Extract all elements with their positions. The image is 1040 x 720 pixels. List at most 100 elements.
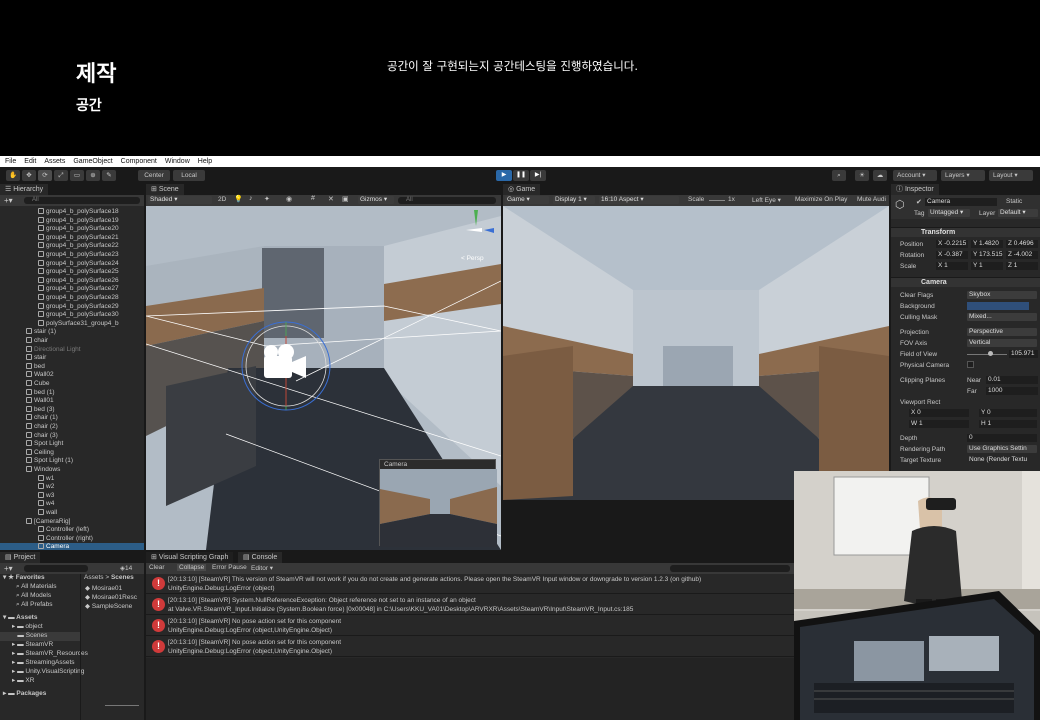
breadcrumb-assets[interactable]: Assets: [84, 574, 104, 581]
fov-slider[interactable]: [967, 354, 1007, 355]
menu-gameobject[interactable]: GameObject: [73, 158, 112, 165]
scene-file[interactable]: ◆ SampleScene: [81, 603, 144, 612]
hierarchy-item[interactable]: group4_b_polySurface25: [0, 268, 144, 277]
hierarchy-item[interactable]: Wall02: [0, 371, 144, 380]
transform-header[interactable]: Transform: [891, 227, 1040, 237]
hierarchy-item[interactable]: bed (1): [0, 388, 144, 398]
hierarchy-item[interactable]: Spot Light (1): [0, 457, 144, 466]
folder-xr[interactable]: ▸ ▬ XR: [0, 677, 80, 686]
grid-icon[interactable]: #: [311, 195, 315, 202]
play-icon[interactable]: ▶: [496, 170, 512, 181]
gizmos-dropdown[interactable]: Gizmos ▾: [358, 196, 394, 204]
search-icon[interactable]: ⌕: [832, 170, 846, 181]
scene-file[interactable]: ◆ Mosirae01: [81, 585, 144, 594]
hierarchy-item[interactable]: chair (3): [0, 431, 144, 441]
assets-header[interactable]: ▾ ▬ Assets: [0, 614, 80, 623]
display-dropdown[interactable]: Display 1 ▾: [553, 196, 595, 204]
hierarchy-item[interactable]: group4_b_polySurface20: [0, 225, 144, 234]
rotate-tool-icon[interactable]: ⟳: [38, 170, 52, 181]
target-texture-field[interactable]: None (Render Textu: [967, 456, 1037, 464]
console-message[interactable]: ! [20:13:10] [SteamVR] This version of St…: [146, 574, 794, 594]
hierarchy-item[interactable]: group4_b_polySurface22: [0, 242, 144, 251]
physical-camera-checkbox[interactable]: [967, 361, 974, 368]
tab-hierarchy[interactable]: ☰ Hierarchy: [0, 184, 49, 195]
scale-y[interactable]: Y 1: [971, 262, 1003, 270]
scale-x[interactable]: X 1: [936, 262, 968, 270]
hierarchy-item[interactable]: w4: [0, 500, 144, 509]
hierarchy-item[interactable]: Controller (left): [0, 526, 144, 535]
hierarchy-item[interactable]: Cube: [0, 380, 144, 389]
hierarchy-item[interactable]: [CameraRig]: [0, 517, 144, 527]
favorite-all-prefabs[interactable]: ⌕ All Prefabs: [0, 601, 80, 610]
transform-tool-icon[interactable]: ⊕: [86, 170, 100, 181]
hierarchy-item[interactable]: group4_b_polySurface28: [0, 294, 144, 303]
rotation-z[interactable]: Z -4.002: [1006, 251, 1038, 259]
hierarchy-item[interactable]: wall: [0, 509, 144, 518]
pivot-local-button[interactable]: Local: [173, 170, 205, 181]
packages-header[interactable]: ▸ ▬ Packages: [0, 690, 80, 699]
hierarchy-item[interactable]: Directional Light: [0, 345, 144, 355]
layer-dropdown[interactable]: Default ▾: [998, 209, 1038, 217]
menu-help[interactable]: Help: [198, 158, 212, 165]
fov-axis-dropdown[interactable]: Vertical: [967, 339, 1037, 347]
viewport-h[interactable]: H 1: [979, 420, 1037, 428]
hierarchy-item[interactable]: group4_b_polySurface18: [0, 208, 144, 217]
menu-file[interactable]: File: [5, 158, 16, 165]
tab-inspector[interactable]: ⓘ Inspector: [891, 184, 939, 195]
layout-dropdown[interactable]: Layout ▾: [989, 170, 1033, 181]
scale-slider[interactable]: [709, 200, 725, 201]
folder-object[interactable]: ▸ ▬ object: [0, 623, 80, 632]
rect-tool-icon[interactable]: ▭: [70, 170, 84, 181]
menu-edit[interactable]: Edit: [24, 158, 36, 165]
project-search-input[interactable]: [24, 565, 88, 572]
audio-icon[interactable]: ♪: [249, 195, 253, 202]
console-message[interactable]: ! [20:13:10] [SteamVR] No pose action set…: [146, 637, 794, 657]
maximize-toggle[interactable]: Maximize On Play: [795, 196, 847, 203]
folder-steamvr-resources[interactable]: ▸ ▬ SteamVR_Resources: [0, 650, 88, 659]
hierarchy-item[interactable]: Spot Light: [0, 440, 144, 449]
near-value[interactable]: 0.01: [986, 376, 1038, 384]
static-toggle[interactable]: Static: [1006, 198, 1022, 205]
hierarchy-item[interactable]: group4_b_polySurface24: [0, 259, 144, 269]
position-x[interactable]: X -0.2215: [936, 240, 968, 248]
scene-search-input[interactable]: All: [398, 197, 496, 204]
position-z[interactable]: Z 0.4696: [1006, 240, 1038, 248]
hierarchy-item[interactable]: group4_b_polySurface27: [0, 285, 144, 294]
active-checkbox[interactable]: ✔: [916, 198, 922, 206]
hierarchy-item[interactable]: Wall01: [0, 397, 144, 406]
hierarchy-item[interactable]: chair (1): [0, 414, 144, 423]
menu-assets[interactable]: Assets: [44, 158, 65, 165]
account-dropdown[interactable]: Account ▾: [893, 170, 937, 181]
viewport-y[interactable]: Y 0: [979, 409, 1037, 417]
position-y[interactable]: Y 1.4820: [971, 240, 1003, 248]
hierarchy-item[interactable]: w1: [0, 474, 144, 484]
console-message[interactable]: ! [20:13:10] [SteamVR] No pose action set…: [146, 616, 794, 636]
lighting-icon[interactable]: 💡: [234, 195, 243, 203]
hierarchy-item[interactable]: stair (1): [0, 328, 144, 337]
tab-console[interactable]: ▤ Console: [238, 552, 283, 563]
hierarchy-item[interactable]: Camera: [0, 543, 144, 550]
editor-dropdown[interactable]: Editor ▾: [251, 564, 273, 572]
tab-project[interactable]: ▤ Project: [0, 552, 41, 563]
breadcrumb-scenes[interactable]: Scenes: [111, 574, 134, 581]
hidden-objects-icon[interactable]: ◉: [286, 195, 292, 203]
thumbnail-size-slider[interactable]: [105, 705, 139, 706]
object-name-field[interactable]: Camera: [925, 198, 997, 206]
favorites-header[interactable]: ▾ ★ Favorites: [0, 574, 80, 583]
viewport-x[interactable]: X 0: [909, 409, 969, 417]
hierarchy-item[interactable]: chair: [0, 337, 144, 346]
fov-value[interactable]: 105.971: [1009, 350, 1038, 358]
hierarchy-item[interactable]: group4_b_polySurface19: [0, 216, 144, 226]
viewport-w[interactable]: W 1: [909, 420, 969, 428]
fov-slider-handle[interactable]: [988, 351, 993, 356]
rotation-y[interactable]: Y 173.515: [971, 251, 1003, 259]
console-message[interactable]: ! [20:13:10] [SteamVR] System.NullReferen…: [146, 595, 794, 615]
hierarchy-item[interactable]: group4_b_polySurface30: [0, 311, 144, 320]
mute-toggle[interactable]: Mute Audi: [857, 196, 886, 203]
folder-scenes[interactable]: ▬ Scenes: [0, 632, 80, 641]
step-icon[interactable]: ▶|: [530, 170, 546, 181]
clear-flags-dropdown[interactable]: Skybox: [967, 291, 1037, 299]
favorite-all-models[interactable]: ⌕ All Models: [0, 592, 80, 601]
collapse-button[interactable]: Collapse: [177, 564, 207, 571]
hierarchy-item[interactable]: w2: [0, 483, 144, 492]
